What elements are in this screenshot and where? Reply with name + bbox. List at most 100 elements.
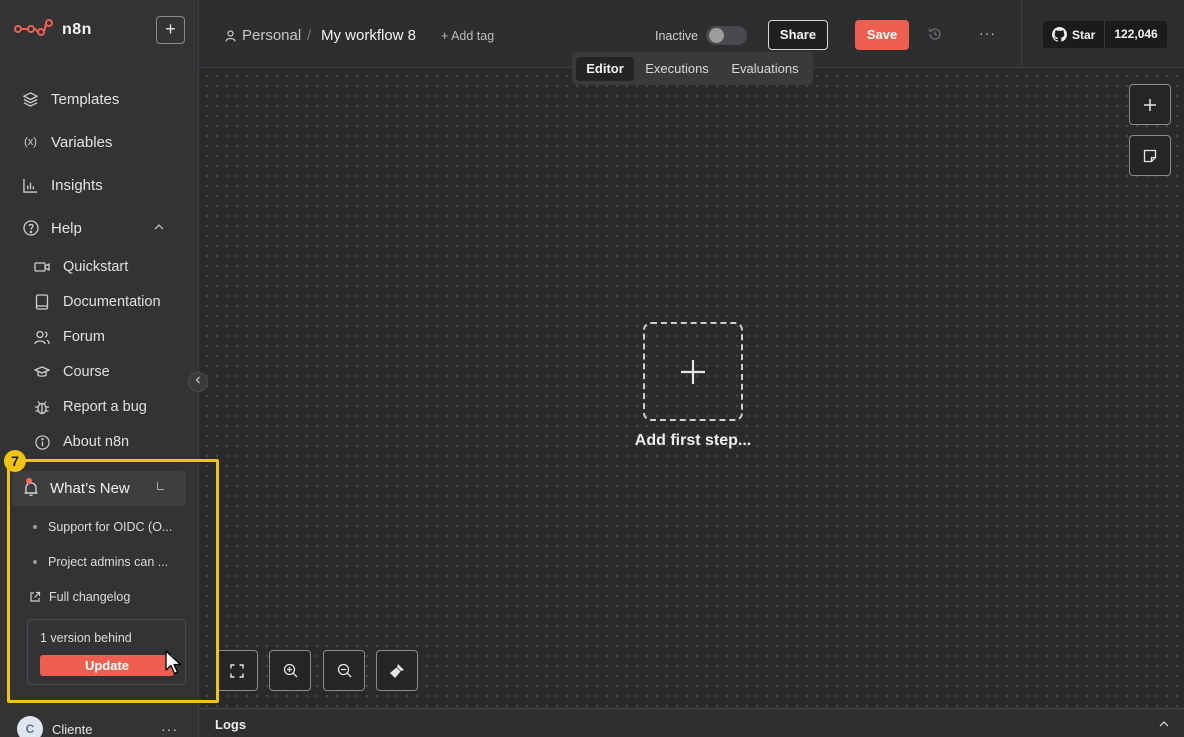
full-changelog-link[interactable]: Full changelog — [29, 590, 130, 604]
broom-icon — [389, 663, 405, 679]
collapse-sidebar-button[interactable] — [188, 372, 208, 392]
mouse-cursor-icon — [165, 650, 183, 679]
sidebar-item-label: Insights — [51, 176, 103, 194]
sticky-note-button[interactable] — [1129, 135, 1171, 176]
fit-view-button[interactable] — [216, 650, 258, 691]
chevron-up-icon[interactable] — [1158, 717, 1170, 733]
workflow-canvas[interactable]: Add first step... — [199, 68, 1184, 708]
create-button[interactable]: + — [156, 16, 185, 44]
add-first-step-label: Add first step... — [634, 432, 752, 449]
help-item-course[interactable]: Course — [34, 361, 110, 383]
project-name: Personal — [242, 27, 302, 44]
sidebar-item-insights[interactable]: Insights — [22, 174, 103, 196]
whats-new-item-label: Project admins can ... — [48, 555, 169, 569]
sidebar-item-label: Templates — [51, 90, 120, 108]
help-item-label: Documentation — [63, 294, 161, 310]
help-item-quickstart[interactable]: Quickstart — [34, 256, 128, 278]
corner-icon — [157, 482, 164, 490]
logs-panel[interactable]: Logs — [199, 708, 1184, 737]
book-icon — [34, 294, 50, 310]
templates-icon — [22, 91, 39, 108]
step-badge: 7 — [4, 450, 26, 472]
help-item-report-bug[interactable]: Report a bug — [34, 396, 147, 418]
variables-icon: (x) — [24, 136, 37, 148]
divider — [1021, 0, 1022, 68]
graduation-cap-icon — [34, 364, 50, 380]
brand[interactable]: n8n — [14, 18, 92, 41]
chevron-up-icon[interactable] — [153, 221, 165, 236]
more-options-icon[interactable]: ··· — [161, 721, 178, 737]
fit-view-icon — [230, 663, 244, 678]
sidebar-item-label: Variables — [51, 133, 113, 151]
github-star-count: 122,046 — [1105, 21, 1167, 48]
bug-icon — [34, 399, 50, 415]
whats-new-item-label: Support for OIDC (O... — [48, 520, 173, 534]
notification-dot — [26, 478, 32, 484]
update-panel: 1 version behind Update — [27, 619, 186, 685]
bullet — [33, 525, 37, 529]
user-name: Cliente — [52, 721, 93, 737]
history-icon[interactable] — [928, 27, 942, 44]
user-icon — [225, 29, 236, 42]
github-star-label: Star — [1072, 27, 1096, 42]
avatar: C — [17, 716, 43, 737]
help-item-label: Forum — [63, 329, 105, 345]
activation-toggle[interactable] — [706, 26, 747, 45]
update-button[interactable]: Update — [40, 655, 174, 676]
sidebar-item-label: Help — [51, 219, 82, 237]
help-icon — [22, 220, 39, 237]
sidebar-item-templates[interactable]: Templates — [22, 88, 119, 110]
help-item-label: Quickstart — [63, 259, 129, 275]
n8n-logo-icon — [14, 18, 54, 41]
toggle-knob — [709, 28, 724, 43]
insights-icon — [22, 177, 39, 194]
help-item-label: Report a bug — [63, 399, 147, 415]
app-name: n8n — [62, 20, 92, 38]
plus-icon — [679, 358, 707, 386]
logs-label: Logs — [215, 717, 247, 732]
sidebar-item-help[interactable]: Help — [22, 217, 82, 239]
help-item-documentation[interactable]: Documentation — [34, 291, 161, 313]
tidy-up-button[interactable] — [376, 650, 418, 691]
zoom-out-icon — [337, 663, 352, 678]
github-star-button[interactable]: Star — [1043, 21, 1106, 48]
breadcrumb-project[interactable]: Personal — [225, 27, 301, 44]
breadcrumb-separator: / — [307, 27, 312, 44]
add-tag-button[interactable]: + Add tag — [441, 29, 494, 43]
workflow-name[interactable]: My workflow 8 — [321, 27, 416, 44]
activation-status-label: Inactive — [655, 29, 699, 43]
users-icon — [34, 329, 50, 345]
plus-icon — [1143, 98, 1157, 112]
sticky-note-icon — [1143, 149, 1157, 163]
more-options-icon[interactable]: ··· — [979, 25, 996, 41]
video-icon — [34, 259, 50, 275]
info-icon — [34, 434, 50, 450]
github-icon — [1052, 27, 1067, 42]
github-star-widget[interactable]: Star 122,046 — [1043, 21, 1167, 48]
version-status: 1 version behind — [40, 631, 132, 645]
add-first-step-button[interactable] — [643, 322, 743, 421]
save-button[interactable]: Save — [855, 20, 909, 50]
sidebar: n8n + Templates (x) Variables Insights H… — [0, 0, 199, 737]
help-item-label: About n8n — [63, 434, 130, 450]
user-menu[interactable]: C Cliente — [17, 716, 92, 737]
view-tabs: Editor Executions Evaluations — [572, 52, 813, 85]
tab-evaluations[interactable]: Evaluations — [722, 57, 808, 81]
share-button[interactable]: Share — [768, 20, 828, 50]
add-node-button[interactable] — [1129, 84, 1171, 125]
bullet — [33, 560, 37, 564]
whats-new-item[interactable]: Support for OIDC (O... — [33, 520, 172, 534]
whats-new-title: What’s New — [50, 480, 130, 497]
zoom-out-button[interactable] — [323, 650, 365, 691]
zoom-in-icon — [283, 663, 298, 678]
tab-editor[interactable]: Editor — [576, 57, 634, 81]
tab-executions[interactable]: Executions — [638, 57, 716, 81]
sidebar-item-variables[interactable]: (x) Variables — [22, 131, 112, 153]
help-item-forum[interactable]: Forum — [34, 326, 105, 348]
help-item-about[interactable]: About n8n — [34, 431, 129, 453]
help-item-label: Course — [63, 364, 110, 380]
changelog-label: Full changelog — [49, 590, 131, 604]
zoom-in-button[interactable] — [269, 650, 311, 691]
external-link-icon — [29, 591, 41, 603]
whats-new-item[interactable]: Project admins can ... — [33, 555, 168, 569]
